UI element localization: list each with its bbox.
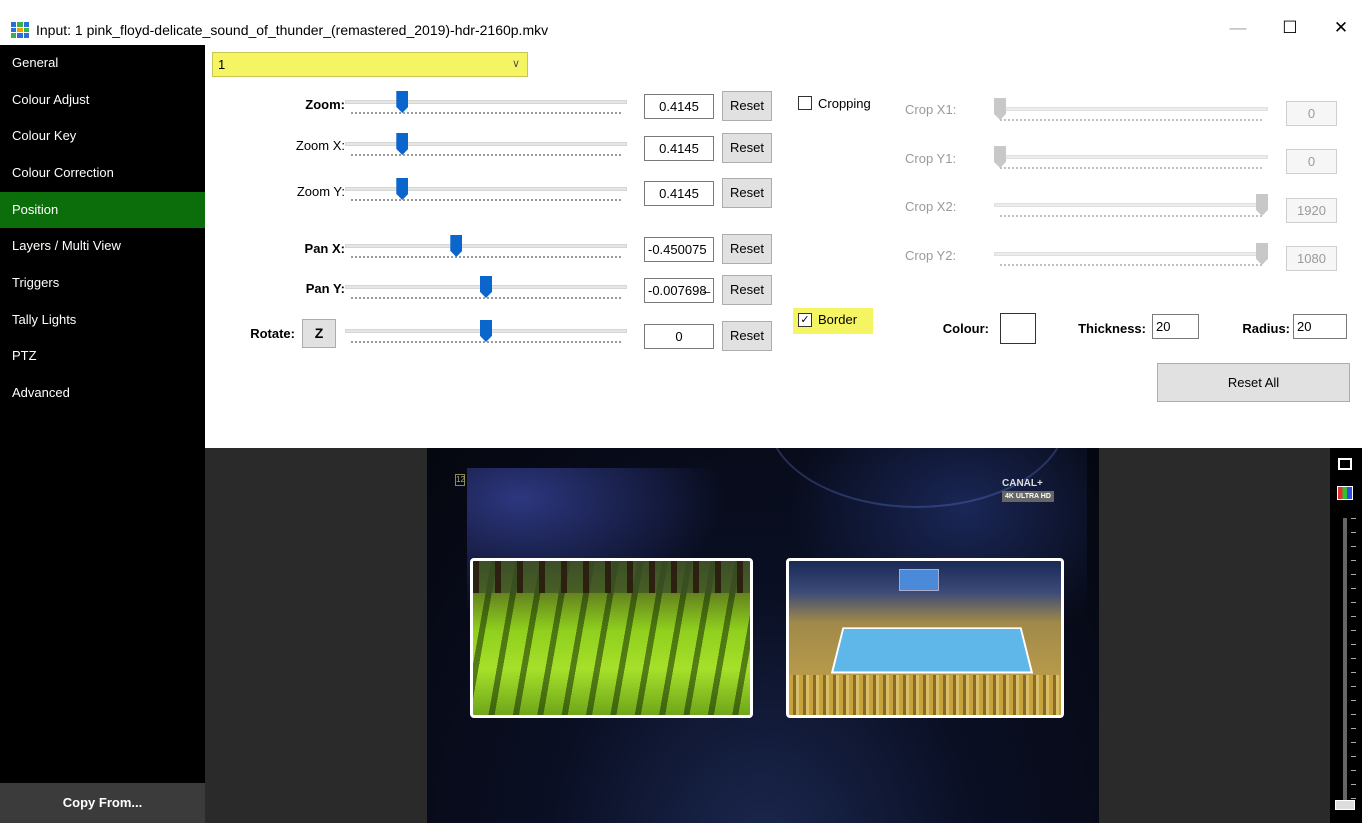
window-title: Input: 1 pink_floyd-delicate_sound_of_th… <box>36 22 549 38</box>
copy-from-button[interactable]: Copy From... <box>0 783 205 823</box>
layer-thumbnail-forest <box>470 558 753 718</box>
cropping-label: Cropping <box>818 96 871 111</box>
crop-y1-label: Crop Y1: <box>905 151 957 166</box>
zoom-y-slider[interactable] <box>345 177 627 209</box>
crop-y1-value-field[interactable]: 0 <box>1286 149 1337 174</box>
zoom-value-field[interactable]: 0.4145 <box>644 94 714 119</box>
chevron-down-icon: ∨ <box>511 58 520 70</box>
screen-icon[interactable] <box>1338 458 1352 470</box>
crop-x2-value-field[interactable]: 1920 <box>1286 198 1337 223</box>
slider-thumb[interactable] <box>396 133 409 155</box>
title-bar: Input: 1 pink_floyd-delicate_sound_of_th… <box>0 0 1362 45</box>
rotate-reset-button[interactable]: Reset <box>722 321 772 351</box>
border-checkbox[interactable]: ✓ <box>798 313 812 327</box>
preview-area: 12 CANAL+ 4K ULTRA HD <box>205 448 1362 823</box>
channel-4k-badge: 4K ULTRA HD <box>1002 491 1054 502</box>
channel-logo-text: CANAL+ <box>1002 478 1043 489</box>
sidebar-item-triggers[interactable]: Triggers <box>0 265 205 301</box>
zoom-x-slider[interactable] <box>345 132 627 164</box>
zoom-slider[interactable] <box>345 90 627 122</box>
thickness-label: Thickness: <box>1078 321 1146 336</box>
minimize-button[interactable]: — <box>1215 13 1261 43</box>
radius-label: Radius: <box>1242 321 1290 336</box>
thickness-field[interactable]: 20 <box>1152 314 1199 339</box>
sidebar-item-position[interactable]: Position <box>0 192 205 228</box>
pan-x-value-field[interactable]: -0.450075 <box>644 237 714 262</box>
layer-select[interactable]: 1 ∨ <box>212 52 528 77</box>
age-rating-badge: 12 <box>455 474 465 486</box>
zoom-x-label: Zoom X: <box>295 138 345 153</box>
slider-thumb[interactable] <box>994 146 1006 168</box>
slider-thumb[interactable] <box>450 235 463 257</box>
close-button[interactable]: ✕ <box>1318 13 1362 43</box>
crop-x1-slider[interactable] <box>994 97 1268 129</box>
volume-handle[interactable] <box>1335 800 1355 810</box>
rotate-slider[interactable] <box>345 319 627 351</box>
rotate-label: Rotate: <box>250 326 295 341</box>
sidebar-item-layers-multi-view[interactable]: Layers / Multi View <box>0 228 205 264</box>
pan-y-value-field[interactable]: -0.007698̶ <box>644 278 714 303</box>
colour-label: Colour: <box>942 321 989 336</box>
sidebar-item-advanced[interactable]: Advanced <box>0 375 205 411</box>
zoom-y-label: Zoom Y: <box>296 184 345 199</box>
rgb-icon[interactable] <box>1337 486 1353 500</box>
crop-x1-label: Crop X1: <box>905 102 957 117</box>
sidebar-item-colour-adjust[interactable]: Colour Adjust <box>0 82 205 118</box>
sidebar-item-colour-key[interactable]: Colour Key <box>0 118 205 154</box>
pan-x-reset-button[interactable]: Reset <box>722 234 772 264</box>
crop-y1-slider[interactable] <box>994 145 1268 177</box>
slider-thumb[interactable] <box>1256 243 1268 265</box>
crop-y2-value-field[interactable]: 1080 <box>1286 246 1337 271</box>
sidebar-item-general[interactable]: General <box>0 45 205 81</box>
crop-x1-value-field[interactable]: 0 <box>1286 101 1337 126</box>
zoom-y-reset-button[interactable]: Reset <box>722 178 772 208</box>
crop-x2-label: Crop X2: <box>905 199 957 214</box>
position-panel: 1 ∨ Zoom: 0.4145 Reset Zoom X: 0.4145 Re… <box>205 45 1362 448</box>
layer-thumbnail-arena <box>786 558 1064 718</box>
reset-all-button[interactable]: Reset All <box>1157 363 1350 402</box>
cropping-checkbox[interactable] <box>798 96 812 110</box>
border-label: Border <box>818 312 858 327</box>
channel-logo: CANAL+ 4K ULTRA HD <box>1002 478 1054 502</box>
volume-track[interactable] <box>1343 518 1347 803</box>
rotate-axis-z-button[interactable]: Z <box>302 319 336 348</box>
zoom-x-value-field[interactable]: 0.4145 <box>644 136 714 161</box>
slider-thumb[interactable] <box>994 98 1006 120</box>
slider-thumb[interactable] <box>396 178 409 200</box>
pan-y-slider[interactable] <box>345 275 627 307</box>
rotate-value-field[interactable]: 0 <box>644 324 714 349</box>
pan-y-label: Pan Y: <box>305 281 345 296</box>
layer-select-value: 1 <box>218 57 226 72</box>
crop-y2-slider[interactable] <box>994 242 1268 274</box>
border-colour-swatch[interactable] <box>1000 313 1036 344</box>
slider-thumb[interactable] <box>480 320 492 342</box>
pan-y-reset-button[interactable]: Reset <box>722 275 772 305</box>
pan-x-slider[interactable] <box>345 234 627 266</box>
maximize-button[interactable]: ☐ <box>1267 13 1313 43</box>
app-grid-icon <box>11 22 29 38</box>
zoom-reset-button[interactable]: Reset <box>722 91 772 121</box>
side-tools-panel <box>1330 448 1362 823</box>
sidebar: General Colour Adjust Colour Key Colour … <box>0 45 205 823</box>
sidebar-item-ptz[interactable]: PTZ <box>0 338 205 374</box>
slider-thumb[interactable] <box>480 276 492 298</box>
zoom-x-reset-button[interactable]: Reset <box>722 133 772 163</box>
zoom-label: Zoom: <box>305 97 345 112</box>
slider-thumb[interactable] <box>396 91 409 113</box>
zoom-y-value-field[interactable]: 0.4145 <box>644 181 714 206</box>
volume-ticks <box>1351 518 1356 803</box>
pan-x-label: Pan X: <box>304 241 345 256</box>
crop-y2-label: Crop Y2: <box>905 248 957 263</box>
radius-field[interactable]: 20 <box>1293 314 1347 339</box>
sidebar-item-colour-correction[interactable]: Colour Correction <box>0 155 205 191</box>
slider-thumb[interactable] <box>1256 194 1268 216</box>
preview-video: 12 CANAL+ 4K ULTRA HD <box>427 448 1099 823</box>
sidebar-item-tally-lights[interactable]: Tally Lights <box>0 302 205 338</box>
crop-x2-slider[interactable] <box>994 193 1268 225</box>
